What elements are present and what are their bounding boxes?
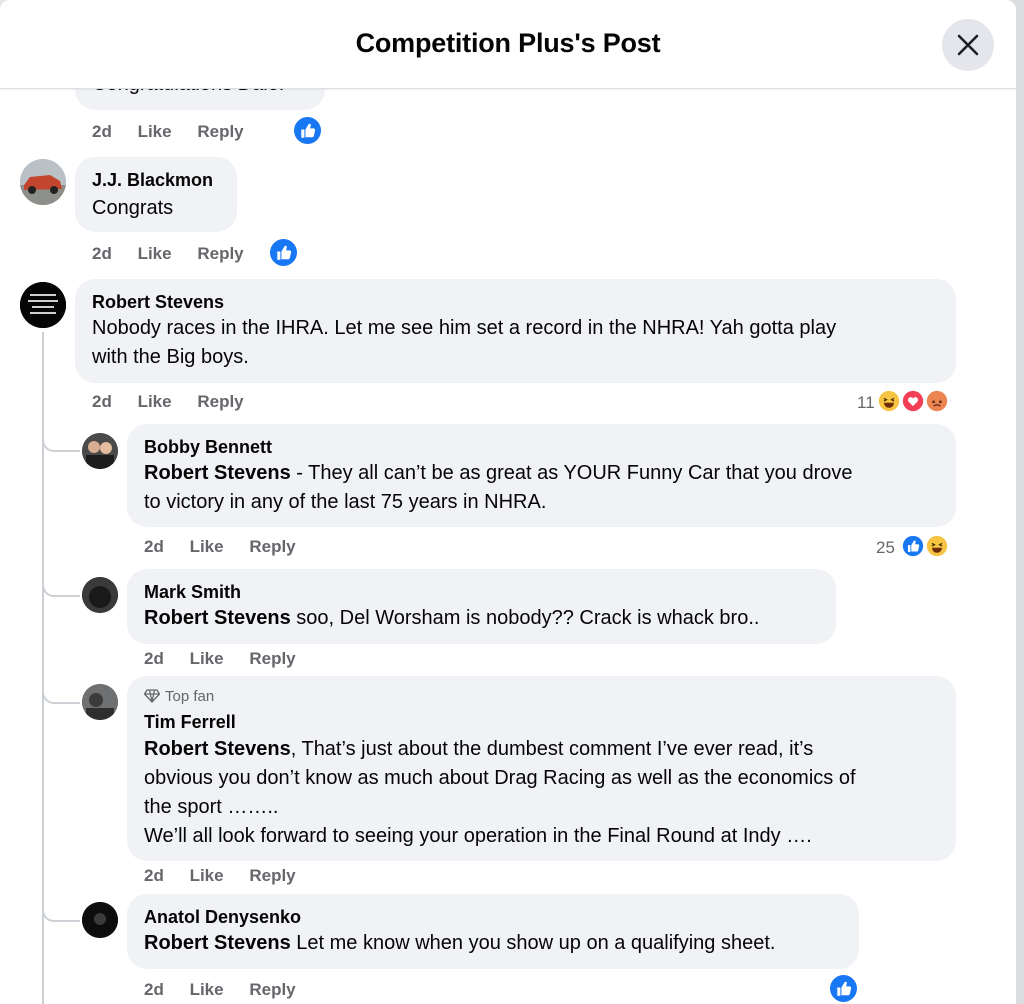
like-reaction-icon[interactable] [294,117,321,144]
reaction-summary[interactable] [900,533,952,559]
reply-actions: 2d Like Reply [144,537,296,557]
like-link[interactable]: Like [190,649,224,669]
comment-time[interactable]: 2d [92,392,112,412]
avatar[interactable] [82,902,118,938]
diamond-icon [143,689,161,703]
reaction-summary[interactable] [876,388,952,414]
comment-time[interactable]: 2d [144,866,164,886]
like-reaction-icon[interactable] [830,975,857,1002]
like-reaction-icon[interactable] [270,239,297,266]
reply-text-line-2: to victory in any of the last 75 years i… [144,491,547,513]
reply-text: soo, Del Worsham is nobody?? Crack is wh… [290,607,760,629]
love-icon [900,388,926,414]
reply-text-line-3: the sport …….. [144,796,279,818]
close-icon [957,34,979,56]
reply-link[interactable]: Reply [197,392,243,412]
comment-text: Congrats [92,197,174,219]
reply-text: - They all can’t be as great as YOUR Fun… [290,462,853,484]
comment-actions: 2d Like Reply [92,244,244,264]
reply-link[interactable]: Reply [249,649,295,669]
reply-bubble: Mark Smith Robert Stevens soo, Del Worsh… [127,569,836,644]
reply-author[interactable]: Anatol Denysenko [144,907,301,928]
reaction-count[interactable]: 11 [857,393,875,413]
top-fan-badge: Top fan [143,688,215,705]
reply-text-line-1: Robert Stevens, That’s just about the du… [144,735,813,764]
like-link[interactable]: Like [138,122,172,142]
angry-icon [924,388,950,414]
reply-text-line-2: obvious you don’t know as much about Dra… [144,767,856,789]
like-link[interactable]: Like [190,537,224,557]
reply-text: Let me know when you show up on a qualif… [290,932,776,954]
reaction-count[interactable]: 25 [876,538,895,558]
comment-actions: 2d Like Reply [92,392,244,412]
like-link[interactable]: Like [190,866,224,886]
reply-text: , That’s just about the dumbest comment … [290,738,814,760]
reply-actions: 2d Like Reply [144,866,296,886]
like-icon [900,533,926,559]
like-link[interactable]: Like [138,392,172,412]
comment-bubble: J.J. Blackmon Congrats [75,157,237,232]
dialog-title: Competition Plus's Post [355,28,661,58]
comment-time[interactable]: 2d [92,244,112,264]
comment-actions: 2d Like Reply [92,122,244,142]
comment-time[interactable]: 2d [144,980,164,1000]
comment-time[interactable]: 2d [144,649,164,669]
mention-link[interactable]: Robert Stevens [144,462,291,484]
comment-author[interactable]: J.J. Blackmon [92,170,213,191]
mention-link[interactable]: Robert Stevens [144,738,291,760]
avatar[interactable] [20,159,66,205]
avatar[interactable] [82,433,118,469]
mention-link[interactable]: Robert Stevens [144,932,291,954]
reply-link[interactable]: Reply [249,866,295,886]
post-dialog: Congratulations Dale! 2d Like Reply J.J.… [0,0,1016,1004]
haha-icon [876,388,902,414]
comment-text-line-2: with the Big boys. [92,346,249,368]
reply-link[interactable]: Reply [197,122,243,142]
thread-connector [42,565,80,597]
reply-text-line-1: Robert Stevens Let me know when you show… [144,929,775,958]
reply-author[interactable]: Bobby Bennett [144,437,272,458]
haha-icon [924,533,950,559]
reply-text-line-4: We’ll all look forward to seeing your op… [144,825,812,847]
reply-bubble: Top fan Tim Ferrell Robert Stevens, That… [127,676,956,861]
reply-text-line-1: Robert Stevens - They all can’t be as gr… [144,459,852,488]
reply-link[interactable]: Reply [249,980,295,1000]
reply-actions: 2d Like Reply [144,980,296,1000]
reply-actions: 2d Like Reply [144,649,296,669]
comment-bubble: Robert Stevens Nobody races in the IHRA.… [75,279,956,383]
dialog-header: Competition Plus's Post [0,0,1016,89]
mention-link[interactable]: Robert Stevens [144,607,291,629]
avatar[interactable] [82,577,118,613]
reply-bubble: Anatol Denysenko Robert Stevens Let me k… [127,894,859,969]
comment-time[interactable]: 2d [144,537,164,557]
thread-connector [42,420,80,452]
reply-link[interactable]: Reply [197,244,243,264]
comment-text-line-1: Nobody races in the IHRA. Let me see him… [92,317,837,339]
thread-connector [42,672,80,704]
like-link[interactable]: Like [190,980,224,1000]
comments-scroll-area[interactable]: Congratulations Dale! 2d Like Reply J.J.… [0,0,1016,1004]
comment-author[interactable]: Robert Stevens [92,292,224,313]
reply-author[interactable]: Mark Smith [144,582,241,603]
avatar[interactable] [82,684,118,720]
top-fan-label: Top fan [165,688,215,705]
comment-time[interactable]: 2d [92,122,112,142]
reply-author[interactable]: Tim Ferrell [144,712,236,733]
like-link[interactable]: Like [138,244,172,264]
reply-link[interactable]: Reply [249,537,295,557]
thread-connector [42,890,80,922]
avatar[interactable] [20,282,66,328]
close-button[interactable] [942,19,994,71]
reply-bubble: Bobby Bennett Robert Stevens - They all … [127,424,956,527]
reply-text-line-1: Robert Stevens soo, Del Worsham is nobod… [144,604,759,633]
